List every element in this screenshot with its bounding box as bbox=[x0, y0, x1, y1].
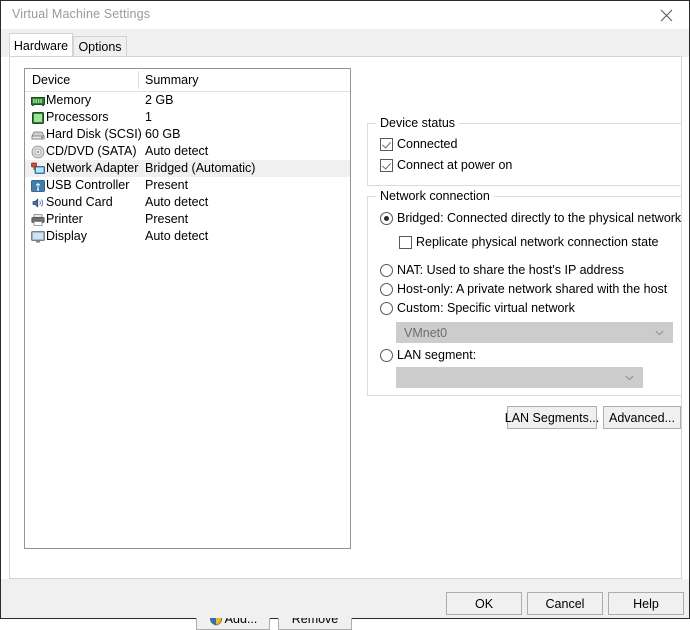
radio-custom[interactable]: Custom: Specific virtual network bbox=[380, 301, 575, 315]
checkbox-icon[interactable] bbox=[380, 158, 393, 172]
device-summary: Bridged (Automatic) bbox=[145, 161, 256, 175]
device-summary: Auto detect bbox=[145, 144, 209, 158]
column-divider bbox=[138, 71, 139, 89]
hardware-tab-panel: Device Summary Memory 2 GB Processors 1 … bbox=[9, 56, 682, 630]
checkbox-icon[interactable] bbox=[399, 235, 412, 249]
radio-icon[interactable] bbox=[380, 211, 393, 225]
hard-disk-icon bbox=[31, 128, 45, 142]
table-row-network-adapter[interactable]: Network Adapter Bridged (Automatic) bbox=[25, 160, 350, 177]
table-row[interactable]: Memory 2 GB bbox=[25, 92, 350, 109]
radio-nat[interactable]: NAT: Used to share the host's IP address bbox=[380, 263, 624, 277]
lan-segments-button[interactable]: LAN Segments... bbox=[504, 406, 600, 429]
radio-icon[interactable] bbox=[380, 263, 393, 277]
device-summary: 2 GB bbox=[145, 93, 174, 107]
lan-segment-dropdown[interactable] bbox=[396, 367, 643, 388]
device-summary: Present bbox=[145, 178, 189, 192]
tab-hardware-label: Hardware bbox=[13, 38, 69, 53]
ok-button[interactable]: OK bbox=[446, 592, 522, 615]
radio-host-only[interactable]: Host-only: A private network shared with… bbox=[380, 282, 667, 296]
table-row[interactable]: Processors 1 bbox=[25, 109, 350, 126]
device-name: Network Adapter bbox=[46, 161, 139, 175]
table-row[interactable]: USB Controller Present bbox=[25, 177, 350, 194]
tab-options[interactable]: Options bbox=[73, 36, 127, 57]
checkbox-replicate-physical-state-label: Replicate physical network connection st… bbox=[416, 235, 659, 249]
tab-strip: Hardware Options bbox=[1, 29, 689, 57]
column-header-summary[interactable]: Summary bbox=[145, 73, 198, 87]
table-row[interactable]: CD/DVD (SATA) Auto detect bbox=[25, 143, 350, 160]
cancel-button-label: Cancel bbox=[545, 596, 585, 611]
device-summary: 60 GB bbox=[145, 127, 181, 141]
chevron-down-icon bbox=[625, 375, 634, 381]
table-row[interactable]: Printer Present bbox=[25, 211, 350, 228]
device-name: Sound Card bbox=[46, 195, 113, 209]
device-list[interactable]: Device Summary Memory 2 GB Processors 1 … bbox=[24, 68, 351, 549]
cancel-button[interactable]: Cancel bbox=[527, 592, 603, 615]
network-adapter-icon bbox=[31, 162, 45, 176]
device-summary: Auto detect bbox=[145, 229, 209, 243]
window-title: Virtual Machine Settings bbox=[12, 7, 151, 21]
radio-host-only-label: Host-only: A private network shared with… bbox=[397, 282, 668, 296]
radio-icon[interactable] bbox=[380, 301, 393, 315]
lan-segments-button-label: LAN Segments... bbox=[504, 410, 600, 425]
device-status-group: Device status Connected Connect at power… bbox=[367, 116, 682, 186]
device-summary: Auto detect bbox=[145, 195, 209, 209]
custom-network-dropdown[interactable]: VMnet0 bbox=[396, 322, 673, 343]
close-button[interactable] bbox=[643, 1, 689, 29]
custom-network-dropdown-value: VMnet0 bbox=[404, 326, 448, 340]
column-header-device[interactable]: Device bbox=[32, 73, 70, 87]
ok-button-label: OK bbox=[474, 596, 494, 611]
radio-lan-segment[interactable]: LAN segment: bbox=[380, 348, 476, 362]
memory-icon bbox=[31, 94, 45, 108]
advanced-button[interactable]: Advanced... bbox=[603, 406, 681, 429]
radio-icon[interactable] bbox=[380, 348, 393, 362]
printer-icon bbox=[31, 213, 45, 227]
display-icon bbox=[31, 230, 45, 244]
checkbox-connect-at-power-on[interactable]: Connect at power on bbox=[380, 158, 512, 172]
help-button[interactable]: Help bbox=[608, 592, 684, 615]
checkbox-connected-label: Connected bbox=[397, 137, 458, 151]
radio-lan-segment-label: LAN segment: bbox=[397, 348, 477, 362]
help-button-label: Help bbox=[633, 596, 659, 611]
vm-settings-dialog: Virtual Machine Settings Hardware Option… bbox=[0, 0, 690, 630]
device-summary: 1 bbox=[145, 110, 152, 124]
radio-icon[interactable] bbox=[380, 282, 393, 296]
tab-hardware[interactable]: Hardware bbox=[9, 33, 73, 57]
device-name: Processors bbox=[46, 110, 109, 124]
checkbox-replicate-physical-state[interactable]: Replicate physical network connection st… bbox=[399, 235, 659, 249]
device-name: Memory bbox=[46, 93, 92, 107]
title-bar: Virtual Machine Settings bbox=[1, 1, 689, 29]
usb-controller-icon bbox=[31, 179, 45, 193]
radio-bridged[interactable]: Bridged: Connected directly to the physi… bbox=[380, 211, 681, 225]
sound-card-icon bbox=[31, 196, 45, 210]
table-row[interactable]: Sound Card Auto detect bbox=[25, 194, 350, 211]
checkbox-connected[interactable]: Connected bbox=[380, 137, 457, 151]
device-name: USB Controller bbox=[46, 178, 130, 192]
device-name: Hard Disk (SCSI) bbox=[46, 127, 142, 141]
device-summary: Present bbox=[145, 212, 189, 226]
table-row[interactable]: Display Auto detect bbox=[25, 228, 350, 245]
processor-icon bbox=[31, 111, 45, 125]
radio-nat-label: NAT: Used to share the host's IP address bbox=[397, 263, 625, 277]
device-name: Printer bbox=[46, 212, 83, 226]
device-name: Display bbox=[46, 229, 87, 243]
radio-custom-label: Custom: Specific virtual network bbox=[397, 301, 575, 315]
device-name: CD/DVD (SATA) bbox=[46, 144, 137, 158]
device-list-header: Device Summary bbox=[25, 69, 350, 92]
network-connection-group: Network connection Bridged: Connected di… bbox=[367, 189, 682, 396]
radio-bridged-label: Bridged: Connected directly to the physi… bbox=[397, 211, 682, 225]
chevron-down-icon bbox=[655, 330, 664, 336]
advanced-button-label: Advanced... bbox=[608, 410, 675, 425]
device-status-legend: Device status bbox=[376, 116, 460, 130]
table-row[interactable]: Hard Disk (SCSI) 60 GB bbox=[25, 126, 350, 143]
network-connection-legend: Network connection bbox=[376, 189, 494, 203]
cd-dvd-icon bbox=[31, 145, 45, 159]
close-icon bbox=[660, 9, 672, 21]
tab-options-label: Options bbox=[78, 40, 122, 54]
checkbox-icon[interactable] bbox=[380, 137, 393, 151]
checkbox-connect-at-power-on-label: Connect at power on bbox=[397, 158, 513, 172]
